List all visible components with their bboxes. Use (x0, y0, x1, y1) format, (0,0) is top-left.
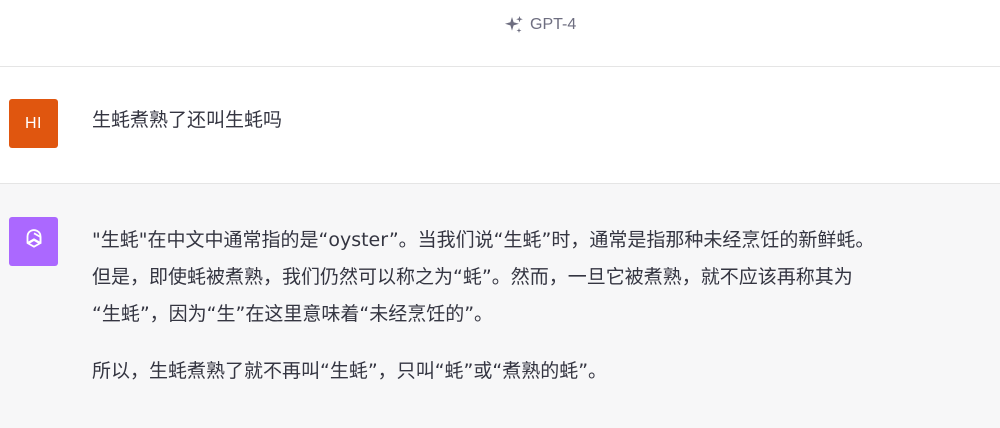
sparkle-icon (504, 15, 524, 35)
user-message-text: 生蚝煮熟了还叫生蚝吗 (92, 109, 283, 131)
user-avatar: HI (9, 99, 58, 148)
user-message: HI 生蚝煮熟了还叫生蚝吗 (0, 67, 1000, 184)
assistant-message-text: "生蚝"在中文中通常指的是“oyster”。当我们说“生蚝”时，通常是指那种未经… (92, 222, 992, 390)
assistant-paragraph-2: 所以，生蚝煮熟了就不再叫“生蚝”，只叫“蚝”或“煮熟的蚝”。 (92, 360, 608, 382)
model-selector[interactable]: GPT-4 (504, 13, 576, 37)
assistant-avatar (9, 217, 58, 266)
assistant-line-1: "生蚝"在中文中通常指的是“oyster”。当我们说“生蚝”时，通常是指那种未经… (92, 229, 875, 251)
assistant-line-2: 但是，即使蚝被煮熟，我们仍然可以称之为“蚝”。然而，一旦它被煮熟，就不应该再称其… (92, 266, 853, 288)
chat-header: GPT-4 (0, 0, 1000, 67)
assistant-message: "生蚝"在中文中通常指的是“oyster”。当我们说“生蚝”时，通常是指那种未经… (0, 184, 1000, 428)
assistant-line-3: “生蚝”，因为“生”在这里意味着“未经烹饪的”。 (92, 303, 494, 325)
model-name: GPT-4 (530, 16, 577, 33)
openai-logo-icon (20, 226, 48, 258)
